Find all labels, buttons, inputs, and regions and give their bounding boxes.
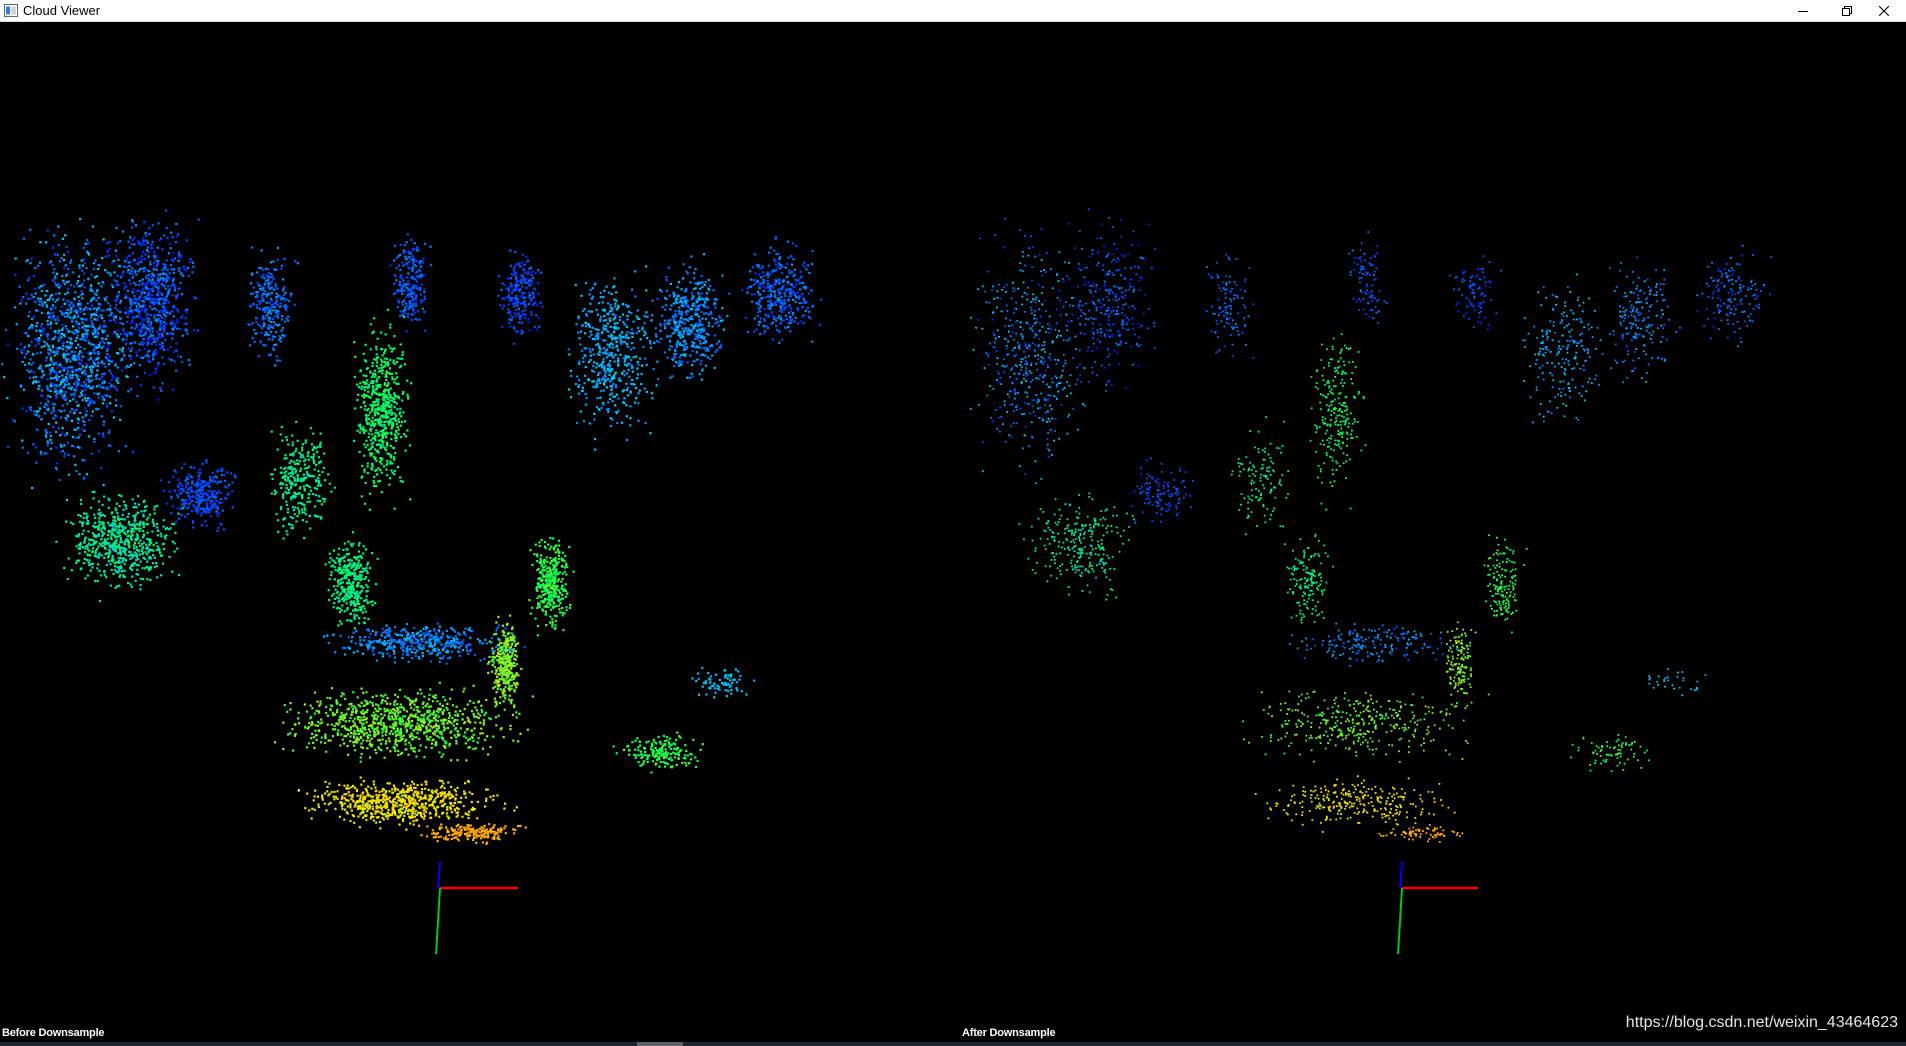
axis-z-icon [437,861,441,889]
window-app-icon [4,4,18,17]
minimize-button[interactable] [1781,0,1825,21]
axis-y-icon [1397,887,1403,955]
minimize-icon [1798,10,1808,12]
axis-z-icon [1399,861,1403,889]
title-bar[interactable]: Cloud Viewer [0,0,1906,22]
scrollbar-thumb[interactable] [637,1042,683,1046]
axis-y-icon [435,887,441,955]
bottom-scrollbar[interactable] [0,1042,1906,1046]
coordinate-axes-before [435,861,518,955]
viewport-label: Before Downsample [2,1027,105,1039]
viewport-before-downsample[interactable]: Before Downsample [0,22,960,1042]
viewport-after-downsample[interactable]: After Downsample https://blog.csdn.net/w… [960,22,1906,1042]
coordinate-axes-after [1397,861,1478,955]
viewport-label: After Downsample [962,1027,1056,1039]
watermark-text: https://blog.csdn.net/weixin_43464623 [1625,1014,1898,1031]
window-title: Cloud Viewer [23,3,101,18]
cloud-viewer-window: Cloud Viewer Before Downsample After Dow… [0,0,1906,1046]
restore-icon [1842,5,1852,16]
close-icon [1879,5,1889,16]
close-button[interactable] [1862,0,1906,21]
